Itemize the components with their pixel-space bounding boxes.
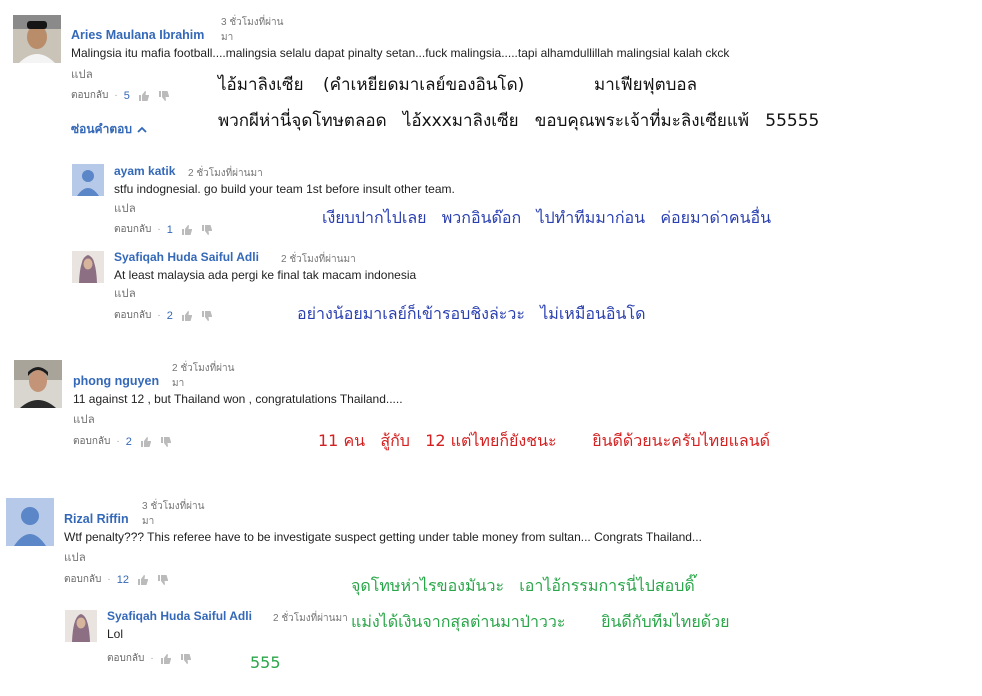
comment-text: 11 against 12 , but Thailand won , congr… (73, 392, 403, 406)
separator: · (150, 653, 154, 664)
translation-overlay: เงียบปากไปเลย พวกอินด๊อก ไปทำทีมมาก่อน ค… (322, 208, 772, 227)
hide-replies-button[interactable]: ซ่อนคำตอบ (71, 120, 147, 139)
translation-overlay: ไอ้มาลิงเซีย (218, 75, 304, 95)
thumbs-down-icon[interactable] (180, 653, 192, 665)
comment-actions: ตอบกลับ · 2 (114, 308, 213, 323)
translate-link[interactable]: แปล (64, 549, 86, 567)
avatar[interactable] (72, 164, 104, 196)
translate-link[interactable]: แปล (114, 200, 136, 218)
comment-author[interactable]: phong nguyen (73, 374, 159, 388)
separator: · (114, 90, 118, 101)
comment-time-suffix: มา (142, 516, 155, 527)
hide-replies-label: ซ่อนคำตอบ (71, 122, 132, 136)
comment-time-suffix: มา (221, 32, 234, 43)
comment-time-suffix: มา (172, 378, 185, 389)
translation-overlay: 11 คน สู้กับ 12 แต่ไทยก็ยังชนะ ยินดีด้วย… (318, 431, 771, 450)
like-count: 2 (125, 435, 132, 448)
thumbs-down-icon[interactable] (158, 90, 170, 102)
comment-time[interactable]: 3 ชั่วโมงที่ผ่าน (142, 499, 205, 514)
avatar[interactable] (6, 498, 54, 546)
like-count: 1 (166, 223, 173, 236)
translation-overlay: พวกผีห่านี่จุดโทษตลอด ไอ้xxxมาลิงเซีย ขอ… (218, 111, 820, 131)
translation-overlay: (คำเหยียดมาเลย์ของอินโด) (323, 75, 525, 95)
comment-time[interactable]: 2 ชั่วโมงที่ผ่านมา (273, 611, 348, 626)
reply-button[interactable]: ตอบกลับ (114, 308, 151, 323)
thumbs-up-icon[interactable] (160, 653, 172, 665)
thumbs-up-icon[interactable] (181, 310, 193, 322)
comment-text: At least malaysia ada pergi ke final tak… (114, 268, 417, 282)
comment-actions: ตอบกลับ · 1 (114, 222, 213, 237)
comment-text: stfu indognesial. go build your team 1st… (114, 182, 455, 196)
comment-actions: ตอบกลับ · 12 (64, 572, 169, 587)
reply-button[interactable]: ตอบกลับ (73, 434, 110, 449)
comment-text: Malingsia itu mafia football....malingsi… (71, 46, 730, 60)
comment-time[interactable]: 3 ชั่วโมงที่ผ่าน (221, 15, 284, 30)
translate-link[interactable]: แปล (73, 411, 95, 429)
reply-button[interactable]: ตอบกลับ (114, 222, 151, 237)
comment-time[interactable]: 2 ชั่วโมงที่ผ่าน (172, 361, 235, 376)
chevron-up-icon (137, 126, 147, 133)
comment-author[interactable]: Syafiqah Huda Saiful Adli (107, 609, 252, 623)
comment-author[interactable]: Aries Maulana Ibrahim (71, 28, 204, 42)
comment-time[interactable]: 2 ชั่วโมงที่ผ่านมา (188, 166, 263, 181)
thumbs-down-icon[interactable] (201, 224, 213, 236)
avatar[interactable] (72, 251, 104, 283)
translate-link[interactable]: แปล (114, 285, 136, 303)
comment-author[interactable]: Rizal Riffin (64, 512, 129, 526)
thumbs-up-icon[interactable] (181, 224, 193, 236)
comment-actions: ตอบกลับ · 2 (73, 434, 172, 449)
comment-text: Wtf penalty??? This referee have to be i… (64, 530, 702, 544)
reply-button[interactable]: ตอบกลับ (71, 88, 108, 103)
comment-author[interactable]: Syafiqah Huda Saiful Adli (114, 250, 259, 264)
comment-author[interactable]: ayam katik (114, 164, 175, 178)
translation-overlay: จุดโทษห่าไรของมันวะ เอาไอ้กรรมการนี่ไปสอ… (351, 576, 695, 595)
comment-actions: ตอบกลับ · 5 (71, 88, 170, 103)
thumbs-up-icon[interactable] (137, 574, 149, 586)
reply-button[interactable]: ตอบกลับ (107, 651, 144, 666)
like-count: 5 (123, 89, 130, 102)
translation-overlay: มาเฟียฟุตบอล (594, 75, 698, 95)
comment-time[interactable]: 2 ชั่วโมงที่ผ่านมา (281, 252, 356, 267)
thumbs-up-icon[interactable] (138, 90, 150, 102)
reply-button[interactable]: ตอบกลับ (64, 572, 101, 587)
thumbs-up-icon[interactable] (140, 436, 152, 448)
translation-overlay: 555 (250, 653, 281, 672)
separator: · (157, 224, 161, 235)
avatar[interactable] (13, 15, 61, 63)
comment-actions: ตอบกลับ · (107, 651, 192, 666)
separator: · (116, 436, 120, 447)
translate-link[interactable]: แปล (71, 66, 93, 84)
thumbs-down-icon[interactable] (157, 574, 169, 586)
like-count: 12 (116, 573, 129, 586)
avatar[interactable] (65, 610, 97, 642)
separator: · (157, 310, 161, 321)
avatar[interactable] (14, 360, 62, 408)
translation-overlay: อย่างน้อยมาเลย์ก็เข้ารอบชิงล่ะวะ ไม่เหมื… (297, 304, 646, 323)
thumbs-down-icon[interactable] (160, 436, 172, 448)
thumbs-down-icon[interactable] (201, 310, 213, 322)
separator: · (107, 574, 111, 585)
like-count: 2 (166, 309, 173, 322)
translation-overlay: แม่งได้เงินจากสุลต่านมาป่าววะ ยินดีกับที… (351, 612, 730, 631)
comment-text: Lol (107, 627, 124, 641)
